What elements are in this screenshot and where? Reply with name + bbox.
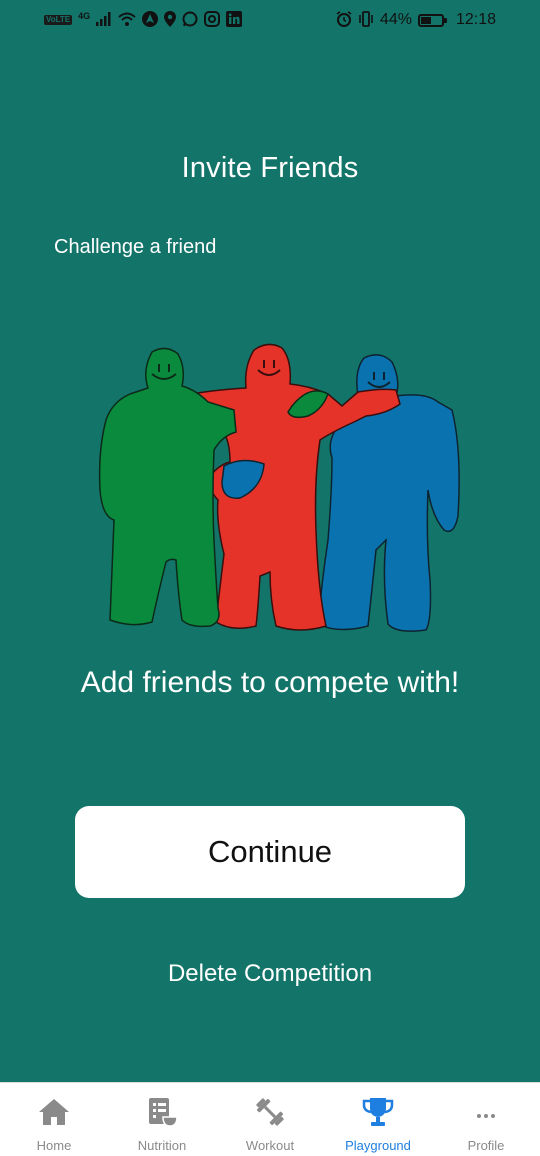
tab-profile-label: Profile (467, 1138, 505, 1153)
status-right-icons: 44% 12:18 (336, 10, 496, 30)
linkedin-icon (226, 10, 243, 30)
clock-time: 12:18 (455, 11, 496, 28)
battery-icon (417, 13, 447, 27)
home-icon (37, 1095, 71, 1129)
tab-profile[interactable]: Profile (432, 1083, 540, 1156)
volte-icon: VoLTE (44, 15, 73, 25)
page-title: Invite Friends (181, 152, 359, 184)
battery-percent: 44% (379, 11, 412, 28)
navigation-app-icon (142, 10, 159, 30)
continue-button[interactable]: Continue (75, 806, 465, 898)
location-icon (164, 10, 177, 30)
vibrate-icon (358, 10, 374, 30)
tagline: Add friends to compete with! (80, 666, 460, 699)
dumbbell-icon (253, 1095, 287, 1129)
bottom-tab-bar: Home Nutrition Workout Playground Profil… (0, 1082, 540, 1156)
status-left-icons: VoLTE 4G (44, 10, 243, 30)
instagram-icon (204, 10, 221, 30)
tab-nutrition[interactable]: Nutrition (108, 1083, 216, 1156)
delete-competition-link[interactable]: Delete Competition (0, 960, 540, 988)
more-dots-icon (469, 1095, 503, 1129)
4g-icon: 4G (78, 10, 91, 21)
tab-home-label: Home (36, 1138, 72, 1153)
wifi-icon (118, 12, 136, 29)
status-bar: VoLTE 4G 44% 12:18 (0, 0, 540, 40)
tab-home[interactable]: Home (0, 1083, 108, 1156)
challenge-subtitle: Challenge a friend (54, 236, 217, 258)
trophy-icon (361, 1095, 395, 1129)
whatsapp-icon (182, 11, 198, 30)
alarm-icon (336, 10, 352, 30)
tab-workout[interactable]: Workout (216, 1083, 324, 1156)
tab-playground-label: Playground (345, 1138, 411, 1153)
tab-workout-label: Workout (245, 1138, 295, 1153)
signal-icon (96, 11, 112, 29)
tab-nutrition-label: Nutrition (137, 1138, 187, 1153)
tab-playground[interactable]: Playground (324, 1083, 432, 1156)
friends-hugging-illustration (96, 340, 462, 636)
nutrition-icon (145, 1095, 179, 1129)
